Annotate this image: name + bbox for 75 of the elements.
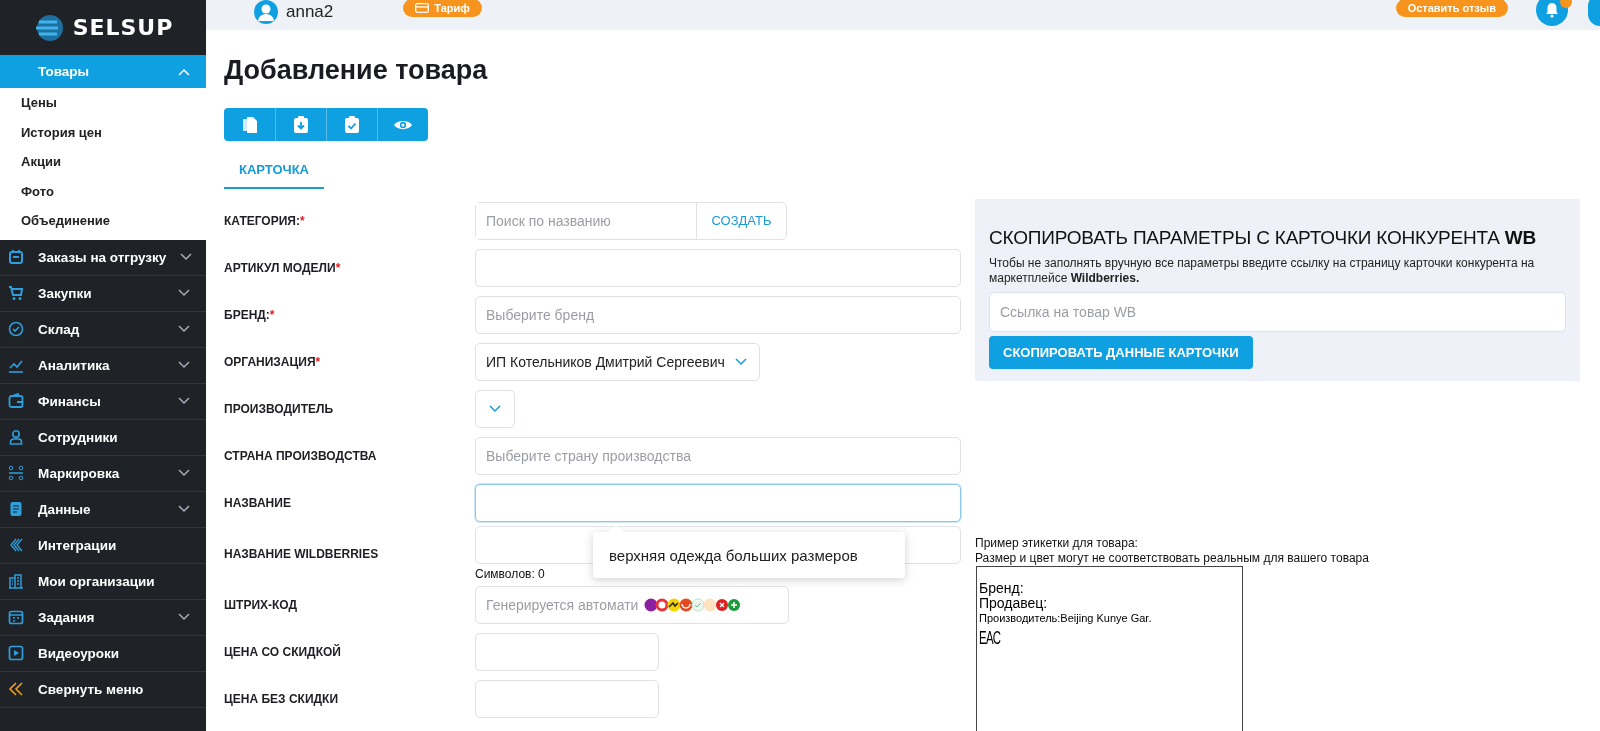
field-label: ПРОИЗВОДИТЕЛЬ [224, 401, 335, 416]
field-label: ЦЕНА БЕЗ СКИДКИ [224, 691, 340, 706]
menu-item[interactable]: Заказы на отгрузку [0, 239, 206, 276]
chevron-down-icon [734, 357, 747, 366]
input-field[interactable] [475, 679, 659, 718]
select-field[interactable] [475, 389, 515, 428]
label-text: Бренд: [979, 581, 1025, 596]
toolbar-button[interactable] [377, 108, 428, 141]
submenu-item[interactable]: Объединение [0, 206, 206, 236]
menu-item[interactable]: Интеграции [0, 527, 206, 564]
menu-icon [8, 609, 24, 625]
menu-icon [8, 573, 24, 589]
copy-icon [241, 115, 258, 134]
field-label: КАТЕГОРИЯ:* [224, 213, 306, 228]
toolbar-button[interactable] [326, 108, 377, 141]
field-label: АРТИКУЛ МОДЕЛИ* [224, 260, 342, 275]
menu-item[interactable]: Сотрудники [0, 419, 206, 456]
collapse-menu-button[interactable]: Свернуть меню [0, 671, 206, 708]
menu-icon [8, 393, 24, 409]
menu-item[interactable]: Задания [0, 599, 206, 636]
menu-icon [8, 465, 24, 481]
field-label: НАЗВАНИЕ WILDBERRIES [224, 546, 380, 561]
double-chevron-icon [8, 681, 24, 697]
menu-item[interactable]: Мои организации [0, 563, 206, 600]
submenu-item[interactable]: История цен [0, 117, 206, 147]
menu-item[interactable]: Маркировка [0, 455, 206, 492]
bell-icon [1545, 2, 1559, 18]
panel-description: Чтобы не заполнять вручную все параметры введите ссылку на страницу карточки конкурента на маркетплейсе Wildberries. [989, 256, 1536, 286]
toolbar-button[interactable] [224, 108, 275, 141]
clipboard-download-icon [294, 116, 308, 133]
field-label: СТРАНА ПРОИЗВОДСТВА [224, 448, 378, 463]
submenu-item[interactable]: Цены [0, 88, 206, 118]
link-input[interactable]: Ссылка на товар WB [989, 292, 1566, 332]
submenu-item[interactable]: Фото [0, 176, 206, 206]
menu-item[interactable]: Данные [0, 491, 206, 528]
menu-icon [8, 537, 24, 553]
label-text: Продавец: [979, 596, 1049, 611]
menu-item[interactable]: Видеоуроки [0, 635, 206, 672]
menu-icon [8, 249, 24, 265]
certification-mark: ЕАС [979, 627, 1001, 649]
field-label: БРЕНД:* [224, 307, 276, 322]
menu-icon [8, 429, 24, 445]
field-label: НАЗВАНИЕ [224, 495, 292, 510]
menu-icon [8, 285, 24, 301]
menu-item[interactable]: Склад [0, 311, 206, 348]
menu-icon [8, 321, 24, 337]
input-field[interactable] [475, 483, 961, 522]
submenu-item[interactable]: Акции [0, 147, 206, 177]
input-field[interactable] [475, 248, 961, 287]
page-title: Добавление товара [224, 54, 489, 87]
field-label: ШТРИХ-КОД [224, 597, 299, 612]
select-field[interactable]: ИП Котельников Дмитрий Сергеевич [475, 342, 760, 381]
user-name: anna2 [286, 2, 334, 22]
menu-icon [8, 501, 24, 517]
menu-item[interactable]: Финансы [0, 383, 206, 420]
clipboard-check-icon [345, 116, 359, 133]
input-field[interactable]: Выберите страну производства [475, 436, 961, 475]
card-icon [415, 3, 430, 13]
caption-text: Пример этикетки для товара: [975, 536, 1139, 551]
input-field[interactable] [475, 632, 659, 671]
toolbar-button[interactable] [275, 108, 326, 141]
field-label: ОРГАНИЗАЦИЯ* [224, 354, 322, 369]
caption-text: Размер и цвет могут не соответствовать реальным для вашего товара [975, 551, 1370, 566]
character-counter: Символов: 0 [475, 567, 546, 581]
input-field[interactable]: Выберите бренд [475, 295, 961, 334]
logo-text: SELSUP [72, 15, 174, 40]
avatar-icon [254, 0, 278, 24]
menu-icon [8, 645, 24, 661]
menu-item[interactable]: Аналитика [0, 347, 206, 384]
chevron-down-icon [489, 404, 501, 413]
field-label: ЦЕНА СО СКИДКОЙ [224, 644, 342, 659]
panel-title: СКОПИРОВАТЬ ПАРАМЕТРЫ С КАРТОЧКИ КОНКУРЕНТА WB [989, 227, 1538, 249]
label-text: Производитель:Beijing Kunye Gar. [979, 611, 1153, 625]
menu-item[interactable]: Закупки [0, 275, 206, 312]
round-button[interactable] [1588, 0, 1600, 26]
